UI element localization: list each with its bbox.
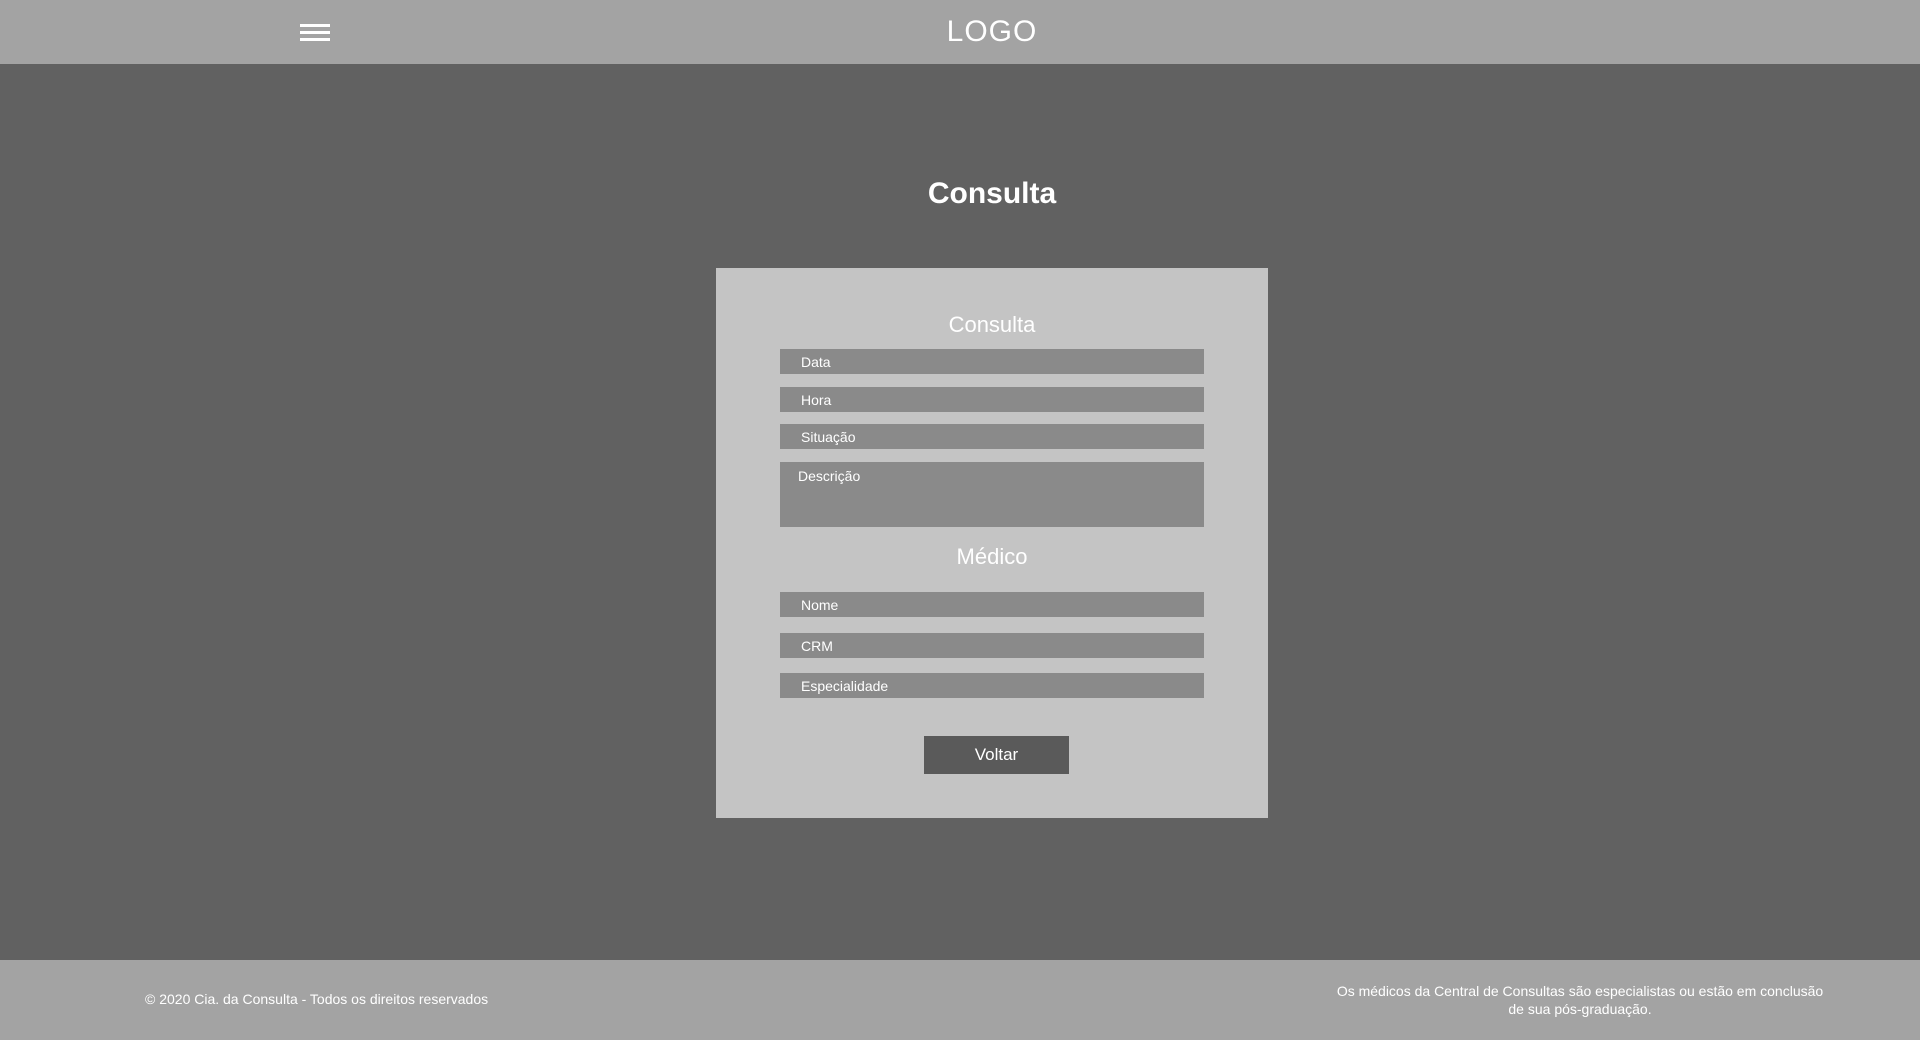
hora-field[interactable]	[780, 387, 1204, 412]
descricao-field[interactable]	[780, 462, 1204, 527]
page-title: Consulta	[927, 177, 1057, 210]
especialidade-field[interactable]	[780, 673, 1204, 698]
situacao-field[interactable]	[780, 424, 1204, 449]
back-button[interactable]: Voltar	[924, 736, 1069, 774]
medico-section-title: Médico	[956, 544, 1028, 569]
crm-field[interactable]	[780, 633, 1204, 658]
logo[interactable]: LOGO	[0, 14, 1920, 50]
disclaimer-line-2: de sua pós-graduação.	[1508, 1001, 1652, 1017]
disclaimer-text: Os médicos da Central de Consultas são e…	[1300, 982, 1860, 1018]
nome-field[interactable]	[780, 592, 1204, 617]
consultation-card: Consulta Médico Voltar	[716, 268, 1268, 818]
header: LOGO	[0, 0, 1920, 64]
consulta-section-title: Consulta	[948, 312, 1036, 337]
data-field[interactable]	[780, 349, 1204, 374]
disclaimer-line-1: Os médicos da Central de Consultas são e…	[1336, 983, 1824, 999]
copyright-text: © 2020 Cia. da Consulta - Todos os direi…	[145, 991, 489, 1007]
page: LOGO Consulta Consulta Médico Voltar © 2…	[0, 0, 1920, 1040]
footer: © 2020 Cia. da Consulta - Todos os direi…	[0, 960, 1920, 1040]
